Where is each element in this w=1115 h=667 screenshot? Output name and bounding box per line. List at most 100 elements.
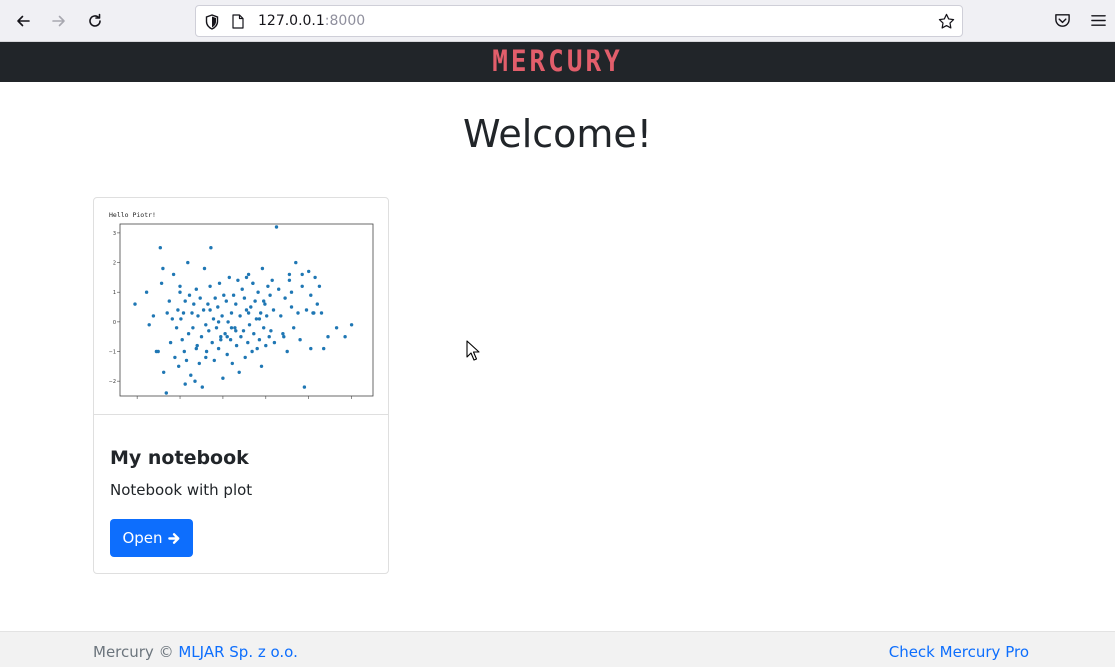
scatter-point — [191, 326, 195, 330]
scatter-point — [212, 358, 216, 363]
scatter-point — [281, 332, 285, 336]
scatter-point — [204, 355, 208, 360]
forward-button[interactable] — [47, 9, 71, 33]
scatter-point — [262, 326, 266, 330]
y-tick-label: 2 — [113, 261, 116, 267]
scatter-point — [239, 335, 243, 339]
scatter-point — [296, 311, 300, 315]
scatter-point — [271, 308, 276, 312]
scatter-point — [192, 302, 196, 306]
scatter-point — [244, 275, 249, 280]
scatter-point — [190, 311, 194, 315]
scatter-point — [182, 349, 186, 354]
scatter-point — [162, 370, 166, 374]
notebook-thumbnail[interactable]: Hello Piotr! 3 2 1 0 −1 −2 — [94, 198, 388, 415]
chart-title: Hello Piotr! — [109, 211, 156, 219]
scatter-point — [208, 284, 212, 288]
scatter-point — [197, 361, 201, 366]
shield-icon[interactable] — [205, 14, 219, 30]
scatter-point — [317, 284, 322, 288]
y-tick-label: 3 — [113, 231, 116, 237]
scatter-point — [225, 352, 229, 357]
card-title: My notebook — [110, 447, 249, 469]
scatter-point — [262, 299, 266, 303]
scatter-point — [259, 311, 263, 315]
scatter-point — [177, 364, 181, 368]
scatter-point — [234, 302, 238, 306]
scatter-point — [219, 335, 223, 339]
scatter-point — [174, 326, 179, 330]
mljar-link[interactable]: MLJAR Sp. z o.o. — [178, 643, 298, 661]
scatter-point — [251, 281, 255, 285]
url-bar[interactable]: 127.0.0.1:8000 — [195, 5, 963, 37]
scatter-point — [241, 329, 246, 333]
scatter-point — [312, 311, 316, 315]
scatter-point — [255, 346, 259, 351]
scatter-point — [227, 275, 231, 280]
scatter-point — [254, 317, 259, 321]
y-tick-label: −2 — [109, 379, 116, 385]
mercury-pro-link[interactable]: Check Mercury Pro — [889, 643, 1029, 661]
scatter-point — [193, 379, 197, 383]
scatter-point — [266, 284, 270, 288]
page-icon — [232, 14, 244, 29]
scatter-point — [167, 299, 171, 303]
scatter-point — [216, 346, 221, 351]
url-text[interactable]: 127.0.0.1:8000 — [258, 13, 365, 29]
scatter-point — [226, 320, 230, 324]
scatter-point — [244, 308, 249, 312]
scatter-point — [334, 326, 339, 330]
y-tick-label: −1 — [109, 350, 116, 356]
scatter-point — [294, 260, 298, 265]
scatter-point — [260, 266, 265, 271]
scatter-point — [246, 272, 251, 277]
scatter-point — [209, 246, 213, 250]
scatter-point — [343, 335, 347, 339]
scatter-point — [274, 225, 279, 229]
scatter-point — [219, 338, 223, 342]
scatter-point — [213, 296, 217, 300]
scatter-point — [257, 317, 262, 321]
footer-copyright: Mercury © MLJAR Sp. z o.o. — [93, 643, 298, 661]
pocket-icon[interactable] — [1054, 12, 1071, 29]
scatter-point — [187, 293, 192, 297]
url-host: 127.0.0.1 — [258, 13, 325, 29]
scatter-point — [216, 305, 220, 309]
scatter-point — [194, 346, 198, 351]
scatter-point — [326, 335, 330, 339]
scatter-chart: Hello Piotr! 3 2 1 0 −1 −2 — [109, 211, 374, 399]
back-button[interactable] — [11, 9, 35, 33]
scatter-point — [250, 349, 254, 354]
scatter-point — [183, 299, 187, 303]
scatter-point — [211, 317, 216, 321]
scatter-point — [144, 290, 149, 294]
scatter-point — [298, 338, 302, 342]
scatter-point — [289, 305, 294, 309]
arrow-right-icon — [167, 532, 179, 544]
scatter-point — [228, 338, 233, 342]
scatter-point — [246, 311, 251, 315]
bookmark-star-icon[interactable] — [938, 13, 955, 30]
scatter-point — [207, 329, 211, 333]
mercury-logo[interactable]: MERCURY — [492, 45, 623, 79]
card-description: Notebook with plot — [110, 481, 253, 499]
scatter-point — [198, 296, 202, 300]
scatter-point — [322, 346, 326, 351]
scatter-point — [224, 299, 228, 303]
scatter-point — [253, 299, 257, 303]
scatter-point — [184, 358, 189, 363]
scatter-point — [133, 302, 137, 306]
reload-button[interactable] — [83, 9, 107, 33]
scatter-point — [214, 326, 219, 330]
scatter-point — [269, 329, 273, 333]
scatter-point — [300, 284, 304, 288]
open-button[interactable]: Open — [110, 519, 193, 557]
scatter-point — [246, 340, 250, 345]
scatter-point — [240, 287, 244, 291]
scatter-point — [237, 370, 241, 374]
scatter-point — [180, 338, 184, 342]
browser-toolbar: 127.0.0.1:8000 — [0, 0, 1115, 42]
scatter-point — [257, 338, 262, 342]
menu-icon[interactable] — [1090, 12, 1107, 29]
scatter-point — [199, 335, 204, 339]
